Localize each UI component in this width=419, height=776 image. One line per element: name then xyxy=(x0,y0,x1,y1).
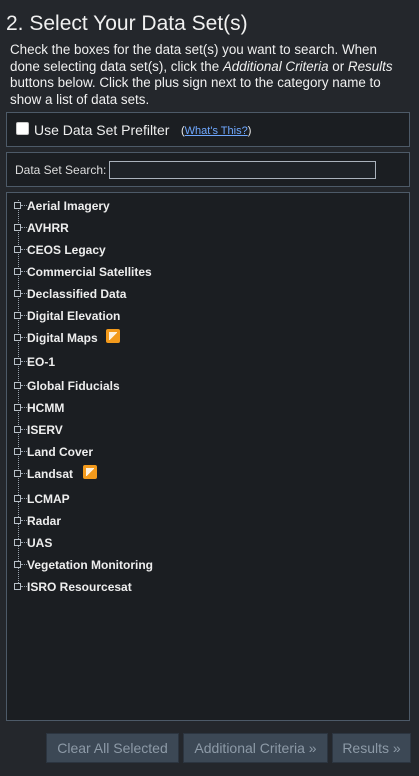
tree-node-label[interactable]: ISERV xyxy=(27,423,63,437)
expand-plus-icon[interactable] xyxy=(14,517,21,524)
tree-node-label[interactable]: Landsat xyxy=(27,467,73,481)
tree-node[interactable]: UAS xyxy=(7,536,407,554)
expand-plus-icon[interactable] xyxy=(14,290,21,297)
external-link-icon[interactable] xyxy=(106,329,120,343)
help-paren-close: ) xyxy=(247,125,252,137)
tree-node[interactable]: Aerial Imagery xyxy=(7,199,407,217)
tree-node[interactable]: Landsat xyxy=(7,465,407,485)
expand-plus-icon[interactable] xyxy=(14,382,21,389)
tree-node[interactable]: Land Cover xyxy=(7,445,407,463)
tree-node-label[interactable]: Global Fiducials xyxy=(27,379,120,393)
dataset-search-panel: Data Set Search: xyxy=(6,152,410,187)
whats-this-link[interactable]: What's This? xyxy=(185,125,248,137)
expand-plus-icon[interactable] xyxy=(14,334,21,341)
tree-node[interactable]: LCMAP xyxy=(7,492,407,510)
tree-node[interactable]: AVHRR xyxy=(7,221,407,239)
expand-plus-icon[interactable] xyxy=(14,495,21,502)
tree-node-label[interactable]: UAS xyxy=(27,536,52,550)
tree-node-label[interactable]: LCMAP xyxy=(27,492,70,506)
expand-plus-icon[interactable] xyxy=(14,470,21,477)
expand-plus-icon[interactable] xyxy=(14,426,21,433)
tree-node[interactable]: Vegetation Monitoring xyxy=(7,558,407,576)
instructions: Check the boxes for the data set(s) you … xyxy=(10,42,410,108)
tree-node[interactable]: Radar xyxy=(7,514,407,532)
prefilter-help: (What's This?) xyxy=(181,125,251,137)
dataset-search-input[interactable] xyxy=(109,161,376,179)
expand-plus-icon[interactable] xyxy=(14,561,21,568)
tree-node-label[interactable]: Commercial Satellites xyxy=(27,265,152,279)
tree-node-label[interactable]: EO-1 xyxy=(27,355,55,369)
expand-plus-icon[interactable] xyxy=(14,583,21,590)
expand-plus-icon[interactable] xyxy=(14,358,21,365)
prefilter-panel: Use Data Set Prefilter (What's This?) xyxy=(6,112,410,147)
tree-node[interactable]: Digital Maps xyxy=(7,329,407,349)
dataset-search-label: Data Set Search: xyxy=(15,163,107,177)
tree-node[interactable]: ISRO Resourcesat xyxy=(7,580,407,598)
tree-node-label[interactable]: Digital Elevation xyxy=(27,309,120,323)
page-title: 2. Select Your Data Set(s) xyxy=(6,12,248,35)
dataset-tree: Aerial Imagery AVHRR CEOS Legacy Commercial… xyxy=(6,192,410,721)
expand-plus-icon[interactable] xyxy=(14,448,21,455)
instructions-text-3: buttons below. Click the plus sign next … xyxy=(10,75,381,107)
tree-node[interactable]: CEOS Legacy xyxy=(7,243,407,261)
instructions-additional-criteria: Additional Criteria xyxy=(222,58,329,74)
expand-plus-icon[interactable] xyxy=(14,268,21,275)
tree-node[interactable]: ISERV xyxy=(7,423,407,441)
external-link-icon[interactable] xyxy=(83,465,97,479)
tree-node[interactable]: Digital Elevation xyxy=(7,309,407,327)
instructions-results: Results xyxy=(347,58,393,74)
tree-node-label[interactable]: AVHRR xyxy=(27,221,69,235)
tree-node-label[interactable]: Vegetation Monitoring xyxy=(27,558,153,572)
tree-node-label[interactable]: HCMM xyxy=(27,401,64,415)
tree-node[interactable]: Commercial Satellites xyxy=(7,265,407,283)
clear-all-selected-button[interactable]: Clear All Selected xyxy=(46,733,179,763)
expand-plus-icon[interactable] xyxy=(14,312,21,319)
prefilter-checkbox[interactable] xyxy=(16,122,29,135)
tree-node-label[interactable]: Aerial Imagery xyxy=(27,199,110,213)
results-button[interactable]: Results » xyxy=(332,733,411,763)
additional-criteria-button[interactable]: Additional Criteria » xyxy=(183,733,328,763)
expand-plus-icon[interactable] xyxy=(14,539,21,546)
tree-node-label[interactable]: Radar xyxy=(27,514,61,528)
tree-node-label[interactable]: ISRO Resourcesat xyxy=(27,580,132,594)
expand-plus-icon[interactable] xyxy=(14,404,21,411)
tree-node[interactable]: Declassified Data xyxy=(7,287,407,305)
prefilter-label[interactable]: Use Data Set Prefilter xyxy=(34,122,169,138)
tree-node-label[interactable]: CEOS Legacy xyxy=(27,243,106,257)
tree-node-label[interactable]: Digital Maps xyxy=(27,331,98,345)
expand-plus-icon[interactable] xyxy=(14,202,21,209)
instructions-text-2: or xyxy=(328,58,348,74)
tree-node-label[interactable]: Declassified Data xyxy=(27,287,126,301)
expand-plus-icon[interactable] xyxy=(14,246,21,253)
tree-node[interactable]: HCMM xyxy=(7,401,407,419)
tree-node[interactable]: Global Fiducials xyxy=(7,379,407,397)
expand-plus-icon[interactable] xyxy=(14,224,21,231)
tree-node-label[interactable]: Land Cover xyxy=(27,445,93,459)
tree-node[interactable]: EO-1 xyxy=(7,355,407,373)
